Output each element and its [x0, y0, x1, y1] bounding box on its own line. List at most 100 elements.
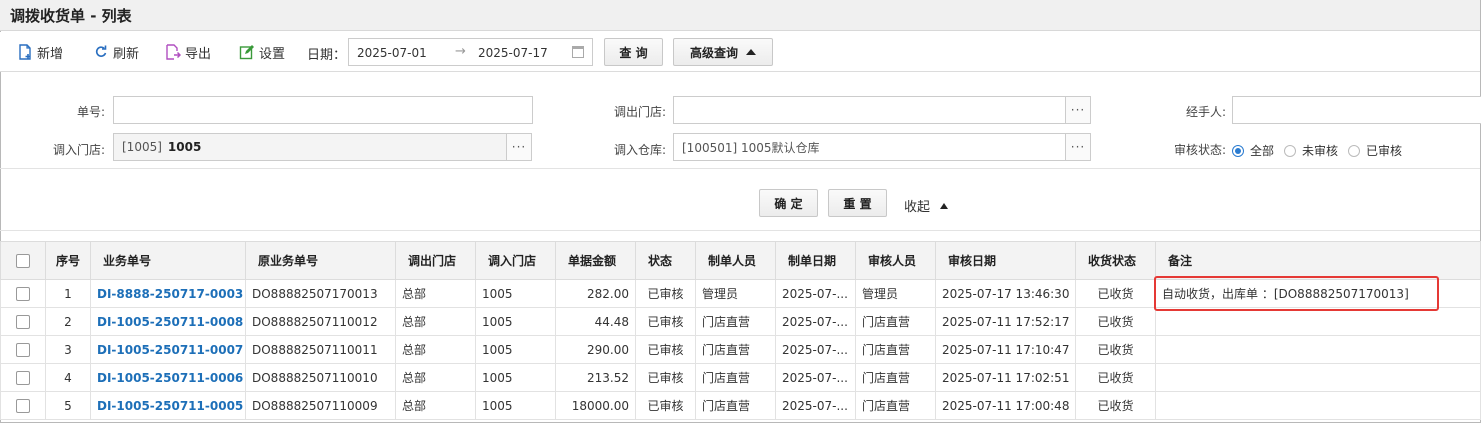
cell-source-order-no: DO88882507110012	[245, 307, 396, 336]
confirm-button[interactable]: 确 定	[759, 189, 818, 217]
refresh-button-label: 刷新	[113, 46, 140, 62]
settings-button-label: 设置	[259, 46, 286, 62]
cell-creator: 管理员	[695, 279, 776, 308]
cell-status: 已审核	[635, 363, 696, 392]
export-button[interactable]: 导出	[165, 42, 211, 62]
col-header[interactable]: 调出门店	[395, 241, 476, 280]
table-row[interactable]: 2 DI-1005-250711-0008 DO88882507110012 总部 10…	[0, 307, 1481, 336]
in-warehouse-picker-button[interactable]: ···	[1065, 133, 1091, 161]
cell-amount: 213.52	[555, 363, 636, 392]
col-header[interactable]: 制单人员	[695, 241, 776, 280]
table-row[interactable]: 5 DI-1005-250711-0005 DO88882507110009 总部 10…	[0, 391, 1481, 420]
cell-note	[1155, 391, 1481, 420]
add-button-label: 新增	[37, 46, 64, 62]
audit-radio-unaudited[interactable]: 未审核	[1284, 142, 1338, 159]
date-from[interactable]: 2025-07-01	[357, 46, 427, 60]
caret-up-icon	[746, 49, 756, 55]
cell-order-no-link[interactable]: DI-1005-250711-0007	[90, 335, 246, 364]
order-no-input[interactable]	[113, 96, 533, 124]
cell-row-index: 5	[45, 391, 91, 420]
table-row[interactable]: 1 DI-8888-250717-0003 DO88882507170013 总部 10…	[0, 279, 1481, 308]
audit-radio-audited[interactable]: 已审核	[1348, 142, 1402, 159]
cell-amount: 44.48	[555, 307, 636, 336]
cell-auditor: 门店直营	[855, 307, 936, 336]
in-warehouse-label: 调入仓库:	[613, 143, 666, 157]
table-row[interactable]: 4 DI-1005-250711-0006 DO88882507110010 总部 10…	[0, 363, 1481, 392]
add-button[interactable]: 新增	[17, 42, 63, 62]
cell-order-no-link[interactable]: DI-1005-250711-0005	[90, 391, 246, 420]
page-title: 调拨收货单 - 列表	[10, 7, 132, 25]
new-file-icon	[19, 44, 31, 60]
row-checkbox[interactable]	[0, 391, 46, 420]
cell-creator: 门店直营	[695, 391, 776, 420]
cell-out-store: 总部	[395, 279, 476, 308]
col-header[interactable]: 制单日期	[775, 241, 856, 280]
checkbox-icon	[16, 253, 30, 268]
confirm-button-label: 确 定	[774, 196, 803, 211]
cell-order-no-link[interactable]: DI-1005-250711-0006	[90, 363, 246, 392]
cell-row-index: 1	[45, 279, 91, 308]
in-store-input[interactable]: [1005] 1005	[113, 133, 507, 161]
cell-creator: 门店直营	[695, 363, 776, 392]
receipt-table: 序号 业务单号 原业务单号 调出门店 调入门店 单据金额 状态 制单人员 制单日…	[0, 241, 1481, 420]
select-all-checkbox[interactable]	[0, 241, 46, 280]
cell-status: 已审核	[635, 391, 696, 420]
col-header[interactable]: 单据金额	[555, 241, 636, 280]
col-header[interactable]: 收货状态	[1075, 241, 1156, 280]
row-checkbox[interactable]	[0, 335, 46, 364]
date-to[interactable]: 2025-07-17	[478, 46, 548, 60]
cell-in-store: 1005	[475, 279, 556, 308]
filter-divider	[0, 168, 1480, 169]
in-store-picker-button[interactable]: ···	[506, 133, 532, 161]
cell-source-order-no: DO88882507170013	[245, 279, 396, 308]
cell-in-store: 1005	[475, 335, 556, 364]
cell-receipt-status: 已收货	[1075, 279, 1156, 308]
out-store-picker-button[interactable]: ···	[1065, 96, 1091, 124]
refresh-button[interactable]: 刷新	[93, 42, 139, 62]
cell-receipt-status: 已收货	[1075, 363, 1156, 392]
cell-audit-date: 2025-07-17 13:46:30	[935, 279, 1076, 308]
out-store-input[interactable]	[673, 96, 1066, 124]
handler-label: 经手人:	[1185, 105, 1226, 119]
cell-receipt-status: 已收货	[1075, 335, 1156, 364]
cell-create-date: 2025-07-...	[775, 307, 856, 336]
handler-input[interactable]	[1232, 96, 1481, 124]
query-button[interactable]: 查 询	[604, 38, 663, 66]
export-icon	[166, 44, 181, 60]
settings-button[interactable]: 设置	[239, 42, 285, 62]
cell-row-index: 2	[45, 307, 91, 336]
query-button-label: 查 询	[619, 45, 648, 60]
cell-status: 已审核	[635, 307, 696, 336]
col-header[interactable]: 状态	[635, 241, 696, 280]
cell-out-store: 总部	[395, 335, 476, 364]
audit-status-label: 审核状态:	[1173, 143, 1226, 157]
col-header[interactable]: 备注	[1155, 241, 1481, 280]
reset-button[interactable]: 重 置	[828, 189, 887, 217]
cell-audit-date: 2025-07-11 17:10:47	[935, 335, 1076, 364]
col-header[interactable]: 调入门店	[475, 241, 556, 280]
cell-auditor: 门店直营	[855, 335, 936, 364]
cell-order-no-link[interactable]: DI-1005-250711-0008	[90, 307, 246, 336]
row-checkbox[interactable]	[0, 307, 46, 336]
advanced-query-label: 高级查询	[689, 45, 738, 60]
col-header[interactable]: 序号	[45, 241, 91, 280]
out-store-label: 调出门店:	[613, 105, 666, 119]
col-header[interactable]: 审核人员	[855, 241, 936, 280]
in-store-code: [1005]	[122, 140, 162, 154]
audit-radio-all[interactable]: 全部	[1232, 142, 1274, 159]
in-warehouse-value: [100501] 1005默认仓库	[682, 140, 820, 155]
col-header[interactable]: 业务单号	[90, 241, 246, 280]
table-row[interactable]: 3 DI-1005-250711-0007 DO88882507110011 总部 10…	[0, 335, 1481, 364]
col-header[interactable]: 原业务单号	[245, 241, 396, 280]
collapse-toggle[interactable]: 收起	[904, 196, 949, 215]
date-label: 日期：	[307, 48, 347, 63]
advanced-query-button[interactable]: 高级查询	[673, 38, 773, 66]
row-checkbox[interactable]	[0, 279, 46, 308]
row-checkbox[interactable]	[0, 363, 46, 392]
col-header[interactable]: 审核日期	[935, 241, 1076, 280]
in-warehouse-input[interactable]: [100501] 1005默认仓库	[673, 133, 1066, 161]
cell-order-no-link[interactable]: DI-8888-250717-0003	[90, 279, 246, 308]
date-range-picker[interactable]: 2025-07-01 → 2025-07-17	[348, 38, 593, 66]
calendar-icon[interactable]	[572, 46, 584, 58]
checkbox-icon	[16, 342, 30, 357]
